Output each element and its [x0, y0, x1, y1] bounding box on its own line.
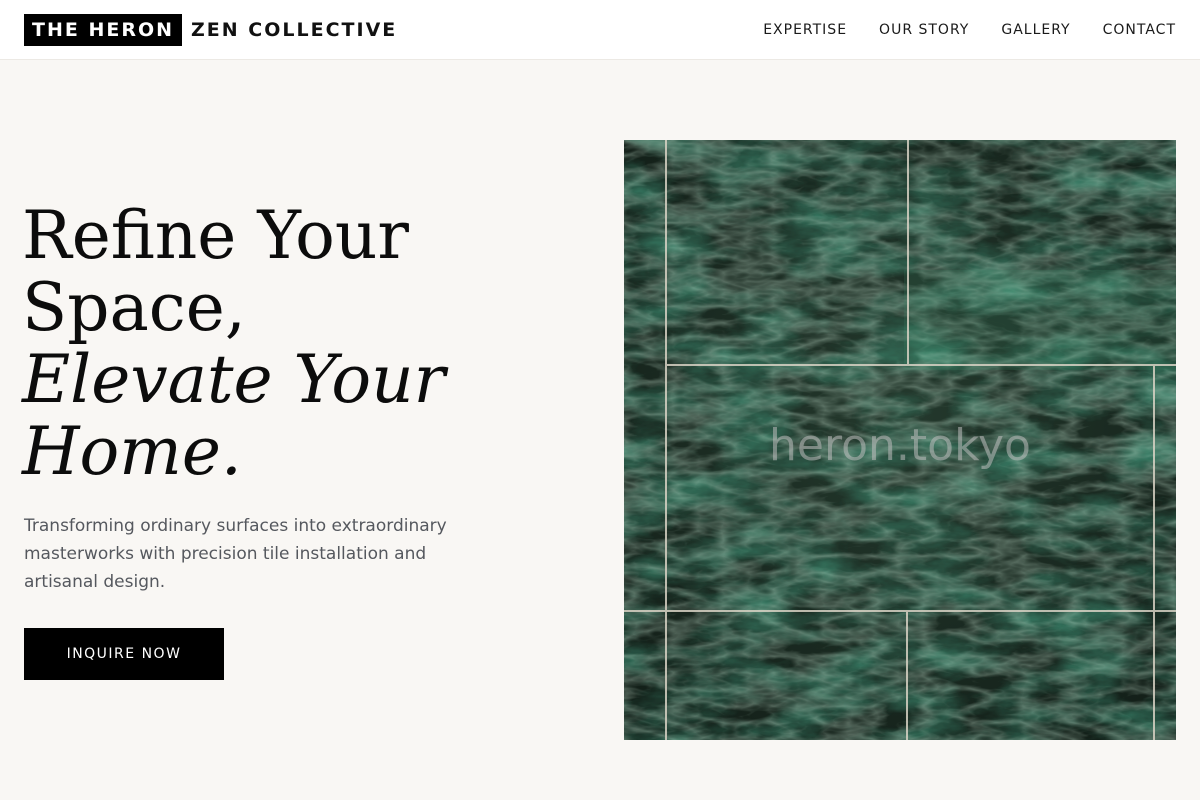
green-marble-tiles-image: heron.tokyo: [624, 140, 1176, 740]
nav-our-story[interactable]: OUR STORY: [879, 22, 969, 38]
nav-contact[interactable]: CONTACT: [1103, 22, 1176, 38]
hero-title-line-2: Space,: [22, 269, 246, 346]
main-nav: EXPERTISE OUR STORY GALLERY CONTACT: [763, 0, 1176, 60]
hero-title-italic-line-1: Elevate Your: [22, 341, 446, 418]
site-logo[interactable]: THE HERON ZEN COLLECTIVE: [24, 14, 397, 46]
logo-text: ZEN COLLECTIVE: [191, 19, 398, 41]
hero-subtitle: Transforming ordinary surfaces into extr…: [24, 516, 447, 592]
nav-gallery[interactable]: GALLERY: [1001, 22, 1070, 38]
logo-boxed-text: THE HERON: [24, 14, 183, 46]
marble-tiles-graphic: [624, 140, 1176, 740]
hero-title-italic-line-2: Home.: [22, 413, 242, 490]
inquire-now-button[interactable]: INQUIRE NOW: [24, 628, 224, 680]
hero-title-line-1: Refine Your: [22, 197, 409, 274]
hero-title: Refine Your Space, Elevate Your Home.: [22, 200, 542, 488]
nav-expertise[interactable]: EXPERTISE: [763, 22, 847, 38]
site-header: THE HERON ZEN COLLECTIVE EXPERTISE OUR S…: [0, 0, 1200, 60]
